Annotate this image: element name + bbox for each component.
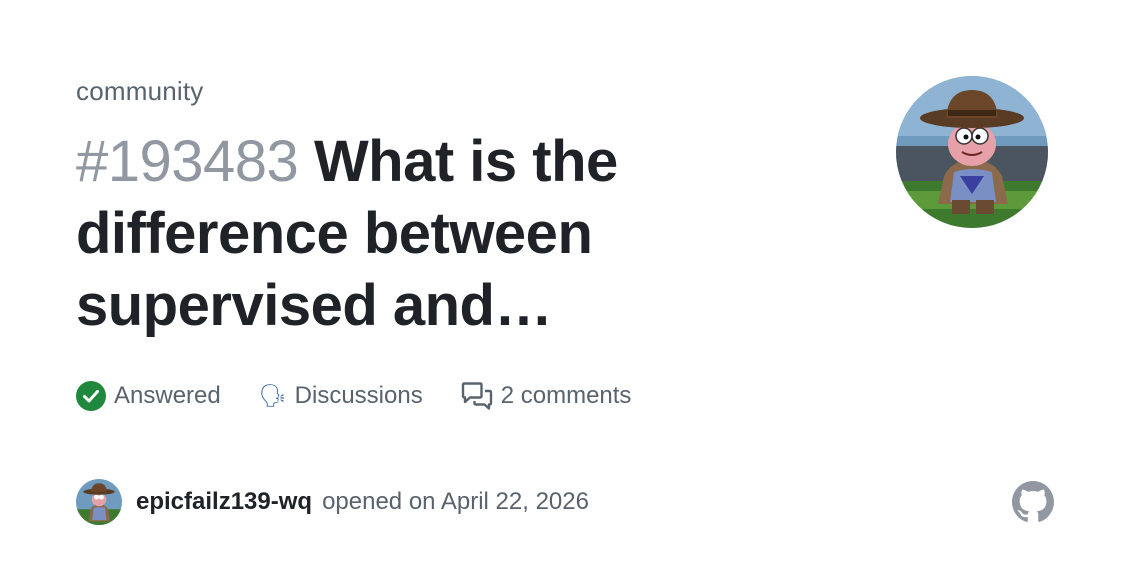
github-mark-icon <box>1012 481 1054 522</box>
author-username[interactable]: epicfailz139-wq <box>136 488 312 516</box>
repo-name[interactable]: community <box>76 76 204 107</box>
category-label: Discussions <box>294 382 423 409</box>
answered-label: Answered <box>114 382 221 409</box>
opened-date: opened on April 22, 2026 <box>322 488 589 515</box>
discussion-meta: Answered 🗣 Discussions 2 comments <box>76 378 669 414</box>
comments-count[interactable]: 2 comments <box>461 382 632 410</box>
cowboy-avatar-image <box>896 76 1048 228</box>
comments-label: 2 comments <box>500 382 632 409</box>
author-avatar-small[interactable] <box>76 479 122 525</box>
author-avatar-large <box>896 76 1048 228</box>
check-circle-icon <box>76 381 106 411</box>
discussion-number: #193483 <box>76 129 299 194</box>
cowboy-avatar-image-small <box>76 479 122 525</box>
comment-discussion-icon <box>461 382 492 410</box>
category[interactable]: 🗣 Discussions <box>259 382 423 410</box>
speaking-head-icon: 🗣 <box>258 383 287 408</box>
discussion-title: #193483 What is the difference between s… <box>76 126 796 342</box>
answered-status: Answered <box>76 381 221 411</box>
author-row: epicfailz139-wq opened on April 22, 2026 <box>76 478 589 526</box>
